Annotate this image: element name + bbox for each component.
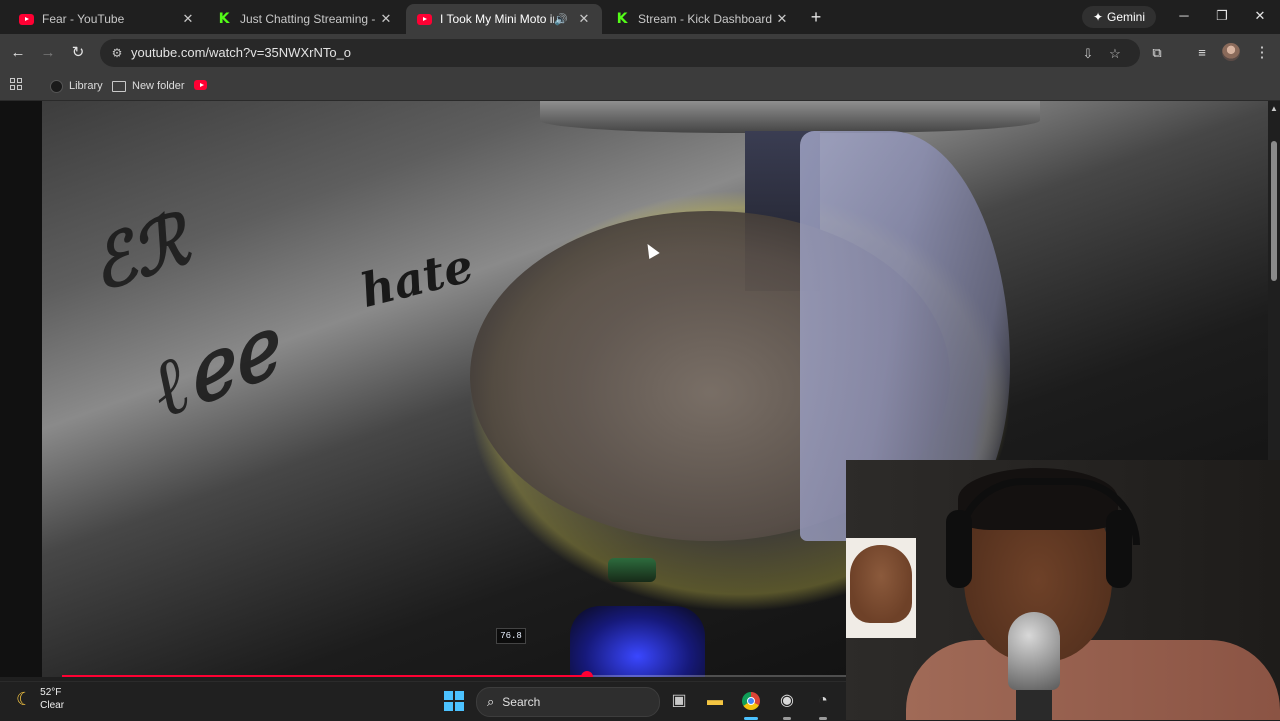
address-url[interactable]: youtube.com/watch?v=35NWXrNTo_o: [131, 45, 351, 60]
moon-icon: ☾: [16, 688, 33, 709]
tab-just-chatting[interactable]: K Just Chatting Streaming - Live S ✕: [206, 4, 404, 34]
restore-icon[interactable]: ❐: [1212, 8, 1232, 24]
taskbar-search[interactable]: ⌕ Search: [476, 687, 660, 717]
tab-mini-moto-video[interactable]: I Took My Mini Moto into T 🔊 ✕: [406, 4, 602, 34]
tab-strip: Fear - YouTube ✕ K Just Chatting Streami…: [0, 0, 1280, 34]
microphone: [1008, 612, 1060, 690]
minimize-icon[interactable]: ─: [1174, 8, 1194, 23]
kick-icon: K: [218, 11, 230, 27]
bookmark-star-icon[interactable]: ☆: [1106, 45, 1124, 63]
moto-front-fairing: [608, 558, 656, 582]
scrollbar-thumb[interactable]: [1271, 141, 1277, 281]
bookmark-youtube[interactable]: [194, 77, 207, 95]
back-arrow-icon[interactable]: ←: [8, 43, 28, 63]
folder-icon: [112, 80, 126, 92]
bookmark-label: Library: [69, 80, 103, 92]
streamer-hand: [850, 545, 912, 623]
task-view-icon[interactable]: ▣: [668, 690, 690, 712]
webcam-overlay: [846, 460, 1280, 720]
scroll-up-icon[interactable]: ▲: [1270, 104, 1278, 113]
sparkle-icon: ✦: [1092, 10, 1104, 24]
kick-icon: K: [616, 11, 628, 27]
weather-temperature: 52°F: [40, 687, 62, 698]
apps-grid-icon[interactable]: [10, 78, 22, 90]
gemini-label: Gemini: [1107, 10, 1146, 24]
browser-toolbar: ← → ↻ ⚙ youtube.com/watch?v=35NWXrNTo_o …: [0, 34, 1280, 72]
profile-avatar[interactable]: [1222, 43, 1240, 61]
close-icon[interactable]: ✕: [576, 11, 592, 27]
windows-start-icon[interactable]: [444, 691, 464, 711]
tab-title: Just Chatting Streaming - Live S: [240, 12, 378, 26]
bookmarks-bar: Library New folder: [0, 72, 1280, 101]
tab-kick-dashboard[interactable]: K Stream - Kick Dashboard ✕: [604, 4, 800, 34]
address-bar[interactable]: ⚙ youtube.com/watch?v=35NWXrNTo_o ⇩ ☆: [100, 39, 1140, 67]
cast-icon[interactable]: ⧉: [1147, 43, 1167, 63]
headphone-right: [1106, 510, 1132, 588]
youtube-icon: [416, 11, 432, 27]
app-icon[interactable]: ◔: [812, 690, 834, 720]
moto-dashboard: 76.8: [496, 558, 705, 677]
tab-title: I Took My Mini Moto into T: [440, 12, 554, 26]
close-window-icon[interactable]: ✕: [1250, 8, 1270, 24]
site-info-icon[interactable]: ⚙: [108, 44, 126, 62]
close-icon[interactable]: ✕: [180, 11, 196, 27]
tab-fear-youtube[interactable]: Fear - YouTube ✕: [8, 4, 206, 34]
tab-title: Fear - YouTube: [42, 12, 125, 26]
tunnel-ceiling: [540, 101, 1040, 133]
graffiti-scrawl: ℓℯℯ: [136, 300, 292, 436]
speedometer-readout: 76.8: [496, 628, 526, 644]
graffiti-text: hate: [355, 238, 479, 318]
new-tab-button[interactable]: +: [806, 7, 826, 27]
tab-title: Stream - Kick Dashboard: [638, 12, 773, 26]
library-icon: [50, 79, 63, 93]
headphone-left: [946, 510, 972, 588]
progress-fill: [62, 675, 587, 677]
chrome-taskbar-icon[interactable]: [740, 690, 762, 720]
install-app-icon[interactable]: ⇩: [1079, 45, 1097, 63]
windows-taskbar: ☾ 52°F Clear ⌕ Search ▣ ▬ ◉ ◔: [0, 681, 846, 721]
media-controls-icon[interactable]: ≡: [1192, 43, 1212, 63]
youtube-icon: [18, 11, 34, 27]
more-menu-icon[interactable]: ⋮: [1252, 43, 1272, 63]
graffiti-scrawl: ℰℛ: [79, 197, 199, 308]
gemini-button[interactable]: ✦ Gemini: [1082, 6, 1156, 28]
speaker-icon[interactable]: 🔊: [554, 13, 568, 26]
search-icon: ⌕: [487, 694, 495, 709]
obs-icon[interactable]: ◉: [776, 690, 798, 720]
bookmark-new-folder[interactable]: New folder: [112, 77, 185, 95]
close-icon[interactable]: ✕: [378, 11, 394, 27]
weather-condition: Clear: [40, 700, 65, 711]
player-left-margin: [0, 101, 42, 677]
forward-arrow-icon[interactable]: →: [38, 43, 58, 63]
bookmark-label: New folder: [132, 80, 185, 92]
youtube-icon: [194, 79, 207, 93]
bookmark-library[interactable]: Library: [50, 77, 103, 95]
file-explorer-icon[interactable]: ▬: [704, 690, 726, 712]
search-label: Search: [502, 695, 541, 709]
progress-scrubber[interactable]: [580, 671, 593, 677]
streamer-shirt: [906, 640, 1280, 720]
close-icon[interactable]: ✕: [774, 11, 790, 27]
weather-widget[interactable]: ☾ 52°F Clear: [16, 686, 64, 712]
reload-icon[interactable]: ↻: [68, 43, 88, 63]
